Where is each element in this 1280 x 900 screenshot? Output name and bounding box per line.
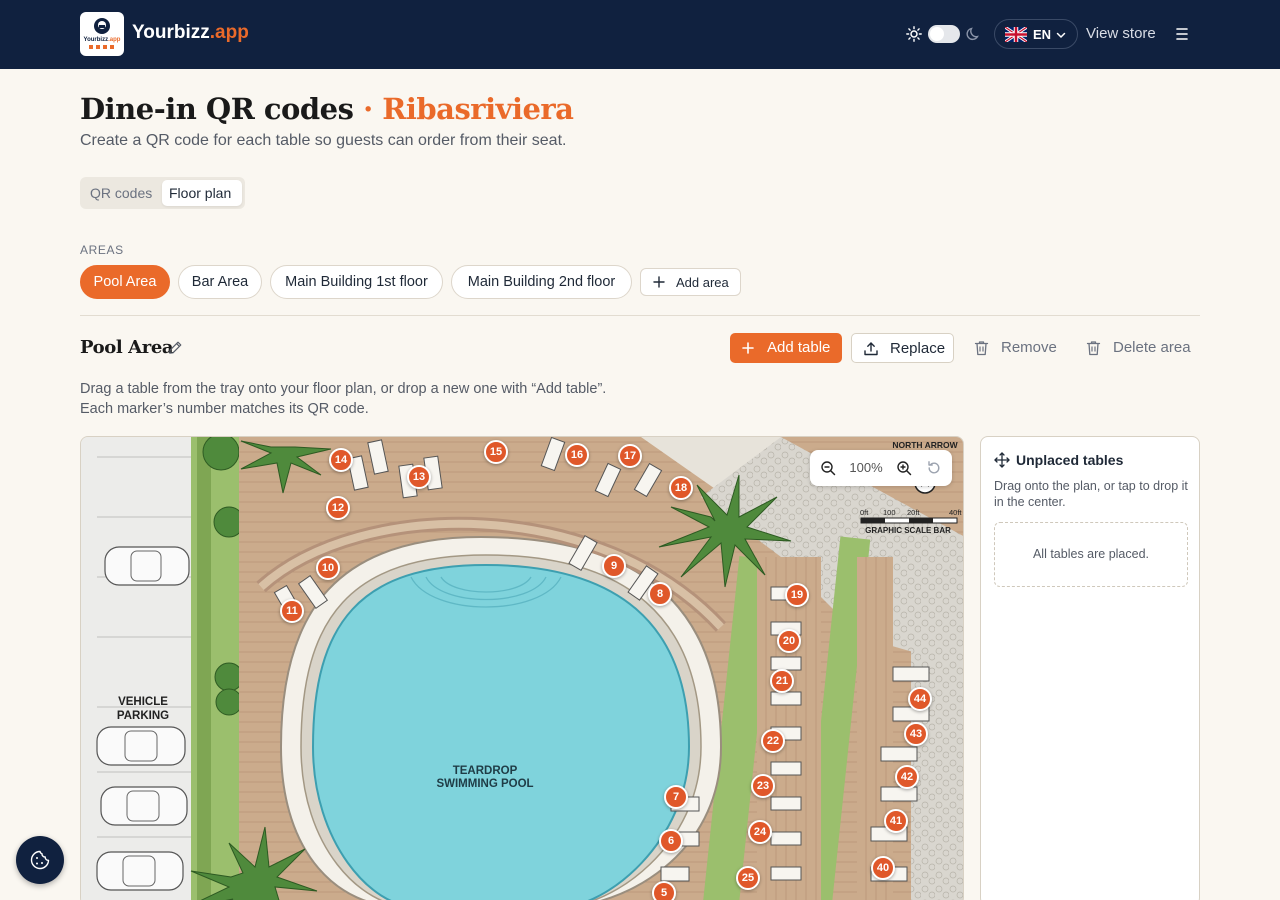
plus-icon: [653, 276, 665, 288]
pool-label-2: SWIMMING POOL: [436, 778, 533, 790]
scale-label-3: 40ft: [949, 508, 962, 517]
theme-toggle[interactable]: [928, 25, 960, 43]
table-marker-20[interactable]: 20: [777, 629, 801, 653]
table-marker-43[interactable]: 43: [904, 722, 928, 746]
table-marker-24[interactable]: 24: [748, 820, 772, 844]
pool-label: TEARDROP: [453, 765, 518, 777]
table-marker-21[interactable]: 21: [770, 669, 794, 693]
cookie-icon: [30, 850, 50, 870]
help-text-drag: Drag a table from the tray onto your flo…: [80, 381, 607, 397]
table-marker-41[interactable]: 41: [884, 809, 908, 833]
area-pill-main-building-2nd-floor[interactable]: Main Building 2nd floor: [451, 265, 632, 299]
trash-icon: [974, 341, 989, 356]
delete-area-button[interactable]: Delete area: [1078, 333, 1198, 363]
hamburger-menu-icon[interactable]: [1174, 27, 1190, 41]
table-marker-5[interactable]: 5: [652, 881, 676, 900]
toggle-knob: [930, 27, 944, 41]
table-marker-9[interactable]: 9: [602, 554, 626, 578]
unplaced-tables-tray: Unplaced tables Drag onto the plan, or t…: [980, 436, 1200, 900]
table-marker-17[interactable]: 17: [618, 444, 642, 468]
area-pill-bar-area[interactable]: Bar Area: [178, 265, 262, 299]
table-marker-22[interactable]: 22: [761, 729, 785, 753]
scale-label-2: 20ft: [907, 508, 920, 517]
zoom-out-icon[interactable]: [820, 460, 836, 476]
language-selector[interactable]: EN: [994, 19, 1078, 49]
table-marker-11[interactable]: 11: [280, 599, 304, 623]
table-marker-23[interactable]: 23: [751, 774, 775, 798]
table-marker-16[interactable]: 16: [565, 443, 589, 467]
table-marker-8[interactable]: 8: [648, 582, 672, 606]
remove-image-button[interactable]: Remove: [966, 333, 1066, 363]
upload-icon: [864, 342, 878, 356]
area-pill-pool-area[interactable]: Pool Area: [80, 265, 170, 299]
table-marker-6[interactable]: 6: [659, 829, 683, 853]
cookie-settings-button[interactable]: [16, 836, 64, 884]
scale-label-1: 100: [883, 508, 896, 517]
tab-qr-codes[interactable]: QR codes: [90, 185, 152, 201]
floor-plan-canvas[interactable]: VEHICLE PARKING TEARDROP SWIMMING POOL N…: [80, 436, 964, 900]
section-divider: [80, 315, 1200, 316]
help-text-markers: Each marker’s number matches its QR code…: [80, 401, 369, 417]
area-pill-main-building-1st-floor[interactable]: Main Building 1st floor: [270, 265, 443, 299]
table-marker-14[interactable]: 14: [329, 448, 353, 472]
view-switcher: QR codes Floor plan: [80, 177, 245, 209]
moon-icon: [966, 27, 979, 41]
tray-empty-message: All tables are placed.: [1032, 547, 1150, 561]
north-arrow-label: NORTH ARROW: [892, 440, 958, 450]
parking-label-2: PARKING: [117, 710, 169, 722]
tab-floor-plan[interactable]: Floor plan: [162, 180, 242, 206]
view-store-link[interactable]: View store: [1086, 25, 1156, 42]
svg-text:Yourbizz.app: Yourbizz.app: [84, 37, 121, 43]
table-marker-7[interactable]: 7: [664, 785, 688, 809]
language-code: EN: [1033, 27, 1052, 42]
parking-label: VEHICLE: [118, 696, 168, 708]
trash-icon: [1086, 341, 1101, 356]
top-navigation-bar: Yourbizz.app Yourbizz.app EN View store: [0, 0, 1280, 69]
table-marker-13[interactable]: 13: [407, 465, 431, 489]
zoom-controls: 100%: [810, 450, 952, 486]
page-title: Dine-in QR codes · Ribasriviera: [80, 92, 574, 126]
page-subtitle: Create a QR code for each table so guest…: [80, 132, 567, 149]
sun-icon: [906, 26, 922, 42]
table-marker-12[interactable]: 12: [326, 496, 350, 520]
table-marker-10[interactable]: 10: [316, 556, 340, 580]
table-marker-40[interactable]: 40: [871, 856, 895, 880]
move-icon: [994, 452, 1010, 468]
brand-name[interactable]: Yourbizz.app: [132, 22, 249, 44]
chevron-down-icon: [1056, 32, 1066, 39]
table-marker-18[interactable]: 18: [669, 476, 693, 500]
tray-help-text: Drag onto the plan, or tap to drop it in…: [994, 479, 1188, 509]
table-marker-19[interactable]: 19: [785, 583, 809, 607]
scale-label-0: 0ft: [860, 508, 869, 517]
zoom-in-icon[interactable]: [896, 460, 912, 476]
add-table-button[interactable]: Add table: [730, 333, 842, 363]
brand-logo[interactable]: Yourbizz.app: [80, 12, 124, 56]
table-marker-25[interactable]: 25: [736, 866, 760, 890]
table-marker-42[interactable]: 42: [895, 765, 919, 789]
pencil-icon[interactable]: [168, 340, 183, 355]
area-title: Pool Area: [80, 337, 174, 358]
reset-view-icon[interactable]: [926, 460, 942, 476]
tray-drop-zone[interactable]: All tables are placed.: [994, 522, 1188, 587]
replace-image-button[interactable]: Replace: [851, 333, 954, 363]
areas-label: AREAS: [80, 243, 124, 257]
scale-caption: GRAPHIC SCALE BAR: [865, 526, 951, 535]
plus-icon: [742, 342, 754, 354]
zoom-level: 100%: [849, 460, 883, 475]
table-marker-44[interactable]: 44: [908, 687, 932, 711]
floor-plan-image: VEHICLE PARKING TEARDROP SWIMMING POOL N…: [81, 437, 963, 900]
add-area-button[interactable]: Add area: [640, 268, 741, 296]
store-name: Ribasriviera: [382, 92, 574, 126]
tray-title: Unplaced tables: [1016, 452, 1124, 468]
table-marker-15[interactable]: 15: [484, 440, 508, 464]
uk-flag-icon: [1005, 27, 1027, 42]
